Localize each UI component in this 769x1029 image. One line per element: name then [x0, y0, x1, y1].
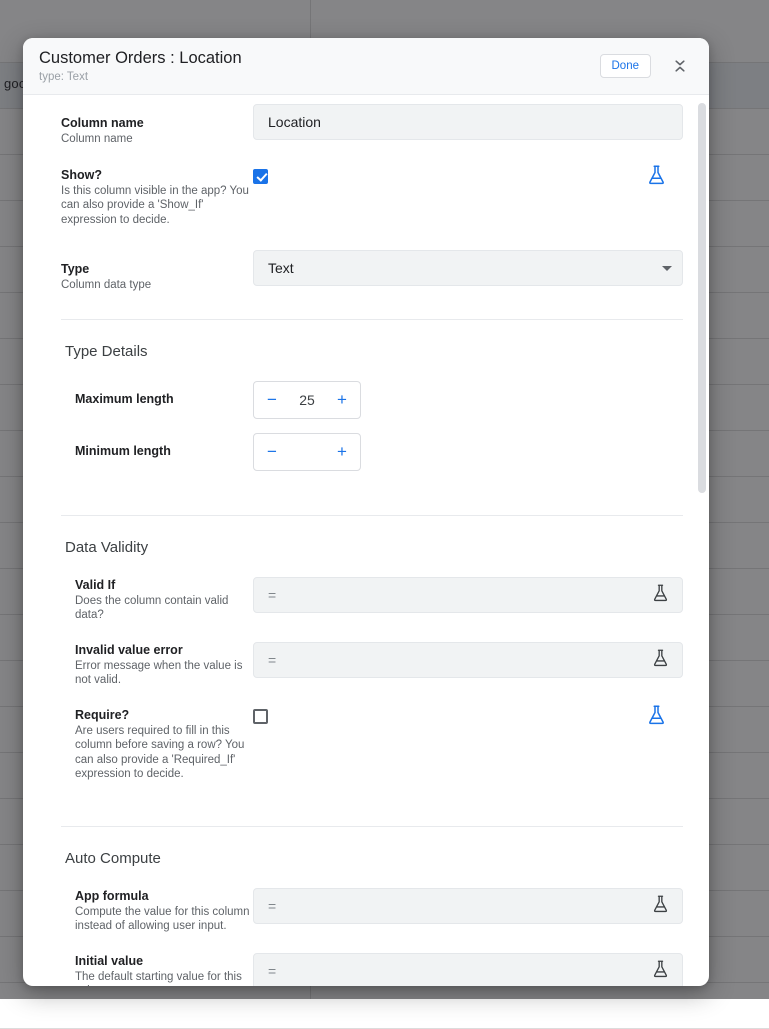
row-initial-value: Initial value The default starting value… [23, 934, 707, 987]
row-valid-if-control: = [253, 577, 683, 613]
row-app-formula-labels: App formula Compute the value for this c… [75, 888, 253, 934]
row-type-control: Text [253, 250, 683, 286]
row-show-labels: Show? Is this column visible in the app?… [61, 167, 253, 228]
row-minimum-length-labels: Minimum length [75, 433, 253, 459]
valid-if-hint: Does the column contain valid data? [75, 594, 253, 623]
dialog-header-titles: Customer Orders : Location type: Text [39, 48, 600, 85]
row-type-labels: Type Column data type [61, 250, 253, 293]
invalid-value-error-hint: Error message when the value is not vali… [75, 659, 253, 688]
row-require-control [253, 707, 683, 724]
initial-value-flask-icon[interactable] [653, 960, 668, 981]
maximum-length-stepper[interactable]: − 25 + [253, 381, 361, 419]
row-minimum-length-control: − + [253, 433, 683, 471]
section-title-type-details: Type Details [23, 320, 707, 362]
chevron-down-icon [662, 266, 672, 271]
row-require: Require? Are users required to fill in t… [23, 688, 707, 782]
row-minimum-length: Minimum length − + [23, 419, 707, 471]
maximum-length-decrement[interactable]: − [265, 391, 279, 408]
row-require-labels: Require? Are users required to fill in t… [75, 707, 253, 782]
require-checkbox[interactable] [253, 709, 268, 724]
valid-if-flask-icon[interactable] [653, 584, 668, 605]
dialog-scroll-area[interactable]: Column name Column name Location Show? I… [23, 95, 709, 986]
maximum-length-increment[interactable]: + [335, 391, 349, 408]
app-formula-flask-icon[interactable] [653, 895, 668, 916]
app-formula-equals-prefix: = [268, 898, 276, 914]
section-title-data-validity: Data Validity [23, 516, 707, 558]
invalid-value-error-input[interactable]: = [253, 642, 683, 678]
show-checkbox[interactable] [253, 169, 268, 184]
section-title-auto-compute: Auto Compute [23, 827, 707, 869]
row-valid-if-labels: Valid If Does the column contain valid d… [75, 577, 253, 623]
invalid-value-error-flask-icon[interactable] [653, 649, 668, 670]
row-maximum-length-control: − 25 + [253, 381, 683, 419]
dialog-scrollbar-track[interactable] [698, 95, 706, 986]
row-show-control [253, 167, 683, 184]
row-column-name-labels: Column name Column name [61, 104, 253, 147]
row-type: Type Column data type Text [23, 227, 707, 293]
dialog-scrollbar-thumb[interactable] [698, 103, 706, 493]
row-valid-if: Valid If Does the column contain valid d… [23, 558, 707, 623]
row-initial-value-labels: Initial value The default starting value… [75, 953, 253, 987]
app-formula-label: App formula [75, 888, 253, 904]
page-title: Customer Orders : Location [39, 48, 600, 68]
minimum-length-stepper[interactable]: − + [253, 433, 361, 471]
done-button[interactable]: Done [600, 54, 652, 78]
column-name-input[interactable]: Location [253, 104, 683, 140]
initial-value-hint: The default starting value for this colu… [75, 970, 253, 987]
show-hint: Is this column visible in the app? You c… [61, 184, 253, 228]
app-formula-hint: Compute the value for this column instea… [75, 905, 253, 934]
row-app-formula: App formula Compute the value for this c… [23, 869, 707, 934]
require-label: Require? [75, 707, 253, 723]
valid-if-equals-prefix: = [268, 587, 276, 603]
require-flask-icon[interactable] [648, 705, 665, 730]
type-hint: Column data type [61, 278, 253, 293]
row-invalid-value-error-labels: Invalid value error Error message when t… [75, 642, 253, 688]
initial-value-label: Initial value [75, 953, 253, 969]
row-maximum-length: Maximum length − 25 + [23, 362, 707, 419]
dialog-header: Customer Orders : Location type: Text Do… [23, 38, 709, 95]
valid-if-input[interactable]: = [253, 577, 683, 613]
invalid-value-error-label: Invalid value error [75, 642, 253, 658]
show-label: Show? [61, 167, 253, 183]
require-hint: Are users required to fill in this colum… [75, 724, 253, 782]
minimum-length-label: Minimum length [75, 443, 253, 459]
row-invalid-value-error-control: = [253, 642, 683, 678]
row-maximum-length-labels: Maximum length [75, 381, 253, 407]
column-name-value: Location [268, 114, 672, 130]
column-settings-dialog: Customer Orders : Location type: Text Do… [23, 38, 709, 986]
collapse-vertical-icon[interactable] [665, 51, 695, 81]
column-type-subtitle: type: Text [39, 70, 600, 85]
row-initial-value-control: = [253, 953, 683, 987]
invalid-value-error-equals-prefix: = [268, 652, 276, 668]
row-app-formula-control: = [253, 888, 683, 924]
minimum-length-increment[interactable]: + [335, 443, 349, 460]
valid-if-label: Valid If [75, 577, 253, 593]
row-show: Show? Is this column visible in the app?… [23, 147, 707, 228]
type-select[interactable]: Text [253, 250, 683, 286]
maximum-length-label: Maximum length [75, 391, 253, 407]
initial-value-input[interactable]: = [253, 953, 683, 987]
app-formula-input[interactable]: = [253, 888, 683, 924]
row-invalid-value-error: Invalid value error Error message when t… [23, 623, 707, 688]
column-name-label: Column name [61, 115, 253, 131]
type-label: Type [61, 261, 253, 277]
minimum-length-decrement[interactable]: − [265, 443, 279, 460]
maximum-length-value[interactable]: 25 [297, 392, 317, 408]
column-name-hint: Column name [61, 132, 253, 147]
initial-value-equals-prefix: = [268, 963, 276, 979]
show-flask-icon[interactable] [648, 165, 665, 190]
row-column-name-control: Location [253, 104, 683, 140]
type-value: Text [268, 260, 662, 276]
row-column-name: Column name Column name Location [23, 95, 707, 147]
